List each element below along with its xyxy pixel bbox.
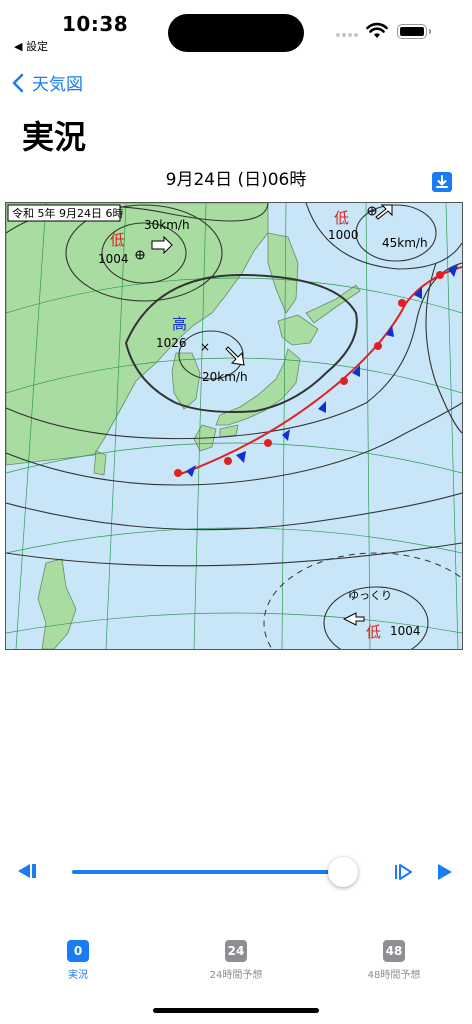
download-button[interactable] [432,172,452,192]
weather-map-canvas: 令和 5年 9月24日 6時 低 1004 30km/h 低 1000 45km… [6,203,462,649]
map-stamp: 令和 5年 9月24日 6時 [12,206,123,220]
tab-48h-forecast[interactable]: 48 48時間予想 [334,940,454,981]
step-forward-button[interactable] [393,862,413,882]
low-ne-symbol: 低 [334,209,349,227]
low-nw-pressure: 1004 [98,252,129,266]
weather-map[interactable]: 令和 5年 9月24日 6時 低 1004 30km/h 低 1000 45km… [5,202,463,650]
page-title: 実況 [22,118,87,156]
timeline-slider-thumb[interactable] [328,857,358,887]
low-south-movement: ゆっくり [348,589,392,602]
back-button-label: 天気図 [32,75,83,95]
low-ne-pressure: 1000 [328,228,359,242]
tab-24h-badge: 24 [225,940,247,962]
battery-tip [429,29,431,34]
tab-current-badge: 0 [67,940,89,962]
status-time: 10:38 [62,12,129,36]
wifi-icon [366,22,388,38]
low-ne-center-icon [367,206,377,216]
low-nw-center-icon [135,250,145,260]
step-back-button[interactable] [16,860,38,882]
high-pressure: 1026 [156,336,187,350]
high-symbol: 高 [172,315,187,333]
tab-current[interactable]: 0 実況 [18,940,138,981]
download-icon [436,175,448,188]
back-to-app-link[interactable]: ◀ 設定 [14,38,48,54]
low-ne-speed: 45km/h [382,236,428,250]
low-south-symbol: 低 [366,623,381,641]
low-south-pressure: 1004 [390,624,421,638]
dynamic-island [168,14,304,52]
battery-icon [397,24,427,39]
tab-24h-forecast[interactable]: 24 24時間予想 [176,940,296,981]
play-button[interactable] [436,862,454,882]
tab-current-label: 実況 [68,970,88,981]
tab-48h-label: 48時間予想 [367,970,421,981]
home-indicator [153,1008,319,1013]
chevron-left-icon [12,73,24,92]
low-nw-speed: 30km/h [144,218,190,232]
low-nw-symbol: 低 [110,231,125,249]
tab-48h-badge: 48 [383,940,405,962]
high-speed: 20km/h [202,370,248,384]
back-button[interactable]: 天気図 [12,70,83,95]
tab-24h-label: 24時間予想 [209,970,263,981]
map-date-label: 9月24日 (日)06時 [165,170,307,190]
high-center-icon: × [200,340,210,354]
cellular-signal-icon [336,33,358,37]
timeline-slider-track[interactable] [72,870,344,874]
